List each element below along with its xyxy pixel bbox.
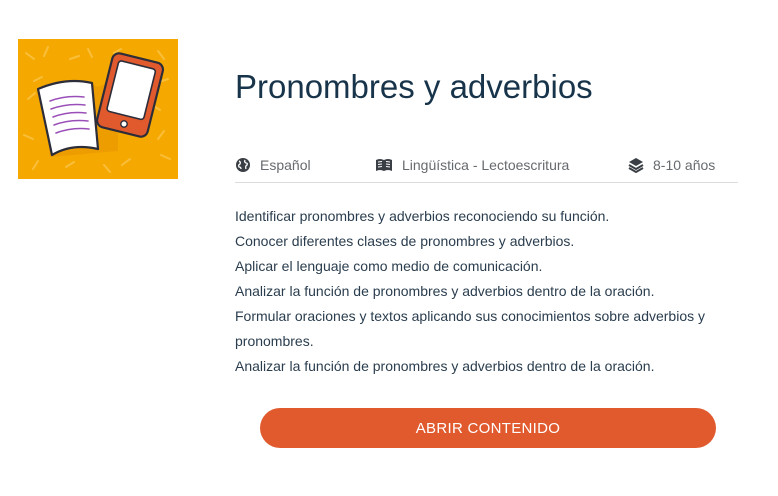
objective-item: Analizar la función de pronombres y adve… [235, 358, 655, 374]
open-content-button[interactable]: ABRIR CONTENIDO [260, 408, 716, 448]
globe-icon [236, 158, 250, 172]
resource-thumbnail [18, 39, 178, 179]
layers-icon [628, 158, 644, 173]
book-tablet-icon [18, 39, 178, 179]
meta-area-label: Lingüística - Lectoescritura [402, 157, 570, 173]
objectives-list: Identificar pronombres y adverbios recon… [235, 204, 725, 379]
objective-item: Conocer diferentes clases de pronombres … [235, 233, 575, 249]
resource-title: Pronombres y adverbios [235, 68, 593, 105]
meta-age-label: 8-10 años [653, 157, 716, 173]
objective-item: Aplicar el lenguaje como medio de comuni… [235, 258, 543, 274]
objective-item: Identificar pronombres y adverbios recon… [235, 208, 610, 224]
open-book-icon [376, 159, 392, 171]
meta-area: Lingüística - Lectoescritura [375, 157, 569, 173]
meta-language: Español [235, 157, 311, 173]
meta-language-label: Español [260, 157, 311, 173]
objective-item: Analizar la función de pronombres y adve… [235, 283, 655, 299]
meta-age: 8-10 años [628, 157, 715, 173]
objective-item: Formular oraciones y textos aplicando su… [235, 308, 706, 349]
resource-meta-bar: Español Lingüística - Lectoescritura 8-1… [235, 152, 738, 183]
